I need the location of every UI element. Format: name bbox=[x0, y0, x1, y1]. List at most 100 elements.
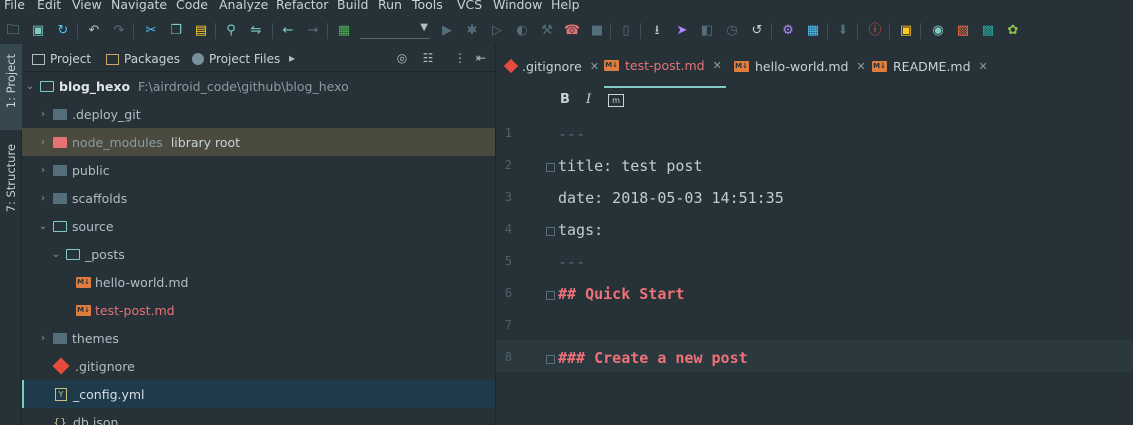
tree-row-test-post-md[interactable]: M↓ test-post.md bbox=[22, 296, 495, 324]
more-tabs-icon[interactable]: ▸ bbox=[284, 50, 300, 66]
tab-gitignore[interactable]: .gitignore ✕ bbox=[503, 44, 599, 88]
fold-marker-icon[interactable] bbox=[546, 291, 555, 300]
tree-row-node-modules[interactable]: › node_modules library root bbox=[22, 128, 495, 156]
run-config-select[interactable]: ▼ bbox=[360, 22, 430, 39]
code-line: --- bbox=[558, 253, 586, 271]
record-icon[interactable]: ◉ bbox=[929, 21, 947, 39]
tab-packages-label: Packages bbox=[124, 52, 180, 66]
terminate-icon[interactable]: ■ bbox=[588, 21, 606, 39]
copy-icon[interactable]: ❐ bbox=[167, 21, 185, 39]
tab-project-files[interactable]: Project Files bbox=[192, 50, 280, 68]
close-icon[interactable]: ✕ bbox=[713, 59, 722, 72]
tree-row-scaffolds[interactable]: › scaffolds bbox=[22, 184, 495, 212]
help-icon[interactable]: ⓘ bbox=[866, 21, 884, 39]
code-format-button[interactable]: m bbox=[608, 94, 624, 107]
plugin-icon[interactable]: ▣ bbox=[897, 21, 915, 39]
chevron-right-icon[interactable]: › bbox=[37, 137, 49, 148]
tab-project-tool[interactable]: 1: Project bbox=[0, 44, 22, 130]
replace-icon[interactable]: ⇋ bbox=[247, 21, 265, 39]
close-icon[interactable]: ✕ bbox=[856, 60, 865, 73]
puzzle-icon[interactable]: ✿ bbox=[1004, 21, 1022, 39]
build-icon[interactable]: ▦ bbox=[335, 21, 353, 39]
chevron-down-icon[interactable]: ⌄ bbox=[50, 249, 62, 260]
debug-icon[interactable]: ✱ bbox=[463, 21, 481, 39]
settings-icon[interactable]: ⚙ bbox=[779, 21, 797, 39]
tab-readme-md[interactable]: M↓ README.md ✕ bbox=[872, 44, 988, 88]
open-folder-icon[interactable]: 🗀 bbox=[4, 21, 22, 39]
push-icon[interactable]: ➤ bbox=[673, 21, 691, 39]
menu-view[interactable]: View bbox=[72, 0, 102, 12]
tab-hello-world-md[interactable]: M↓ hello-world.md ✕ bbox=[734, 44, 866, 88]
tree-row-gitignore[interactable]: .gitignore bbox=[22, 352, 495, 380]
chevron-right-icon[interactable]: › bbox=[37, 193, 49, 204]
menu-analyze[interactable]: Analyze bbox=[219, 0, 268, 12]
menu-run[interactable]: Run bbox=[378, 0, 402, 12]
fold-marker-icon[interactable] bbox=[546, 355, 555, 364]
history-icon[interactable]: ◷ bbox=[723, 21, 741, 39]
toolbar-separator bbox=[771, 23, 772, 39]
back-icon[interactable]: ← bbox=[279, 21, 297, 39]
stop-icon[interactable]: ☎ bbox=[563, 21, 581, 39]
collapse-all-icon[interactable]: ☷ bbox=[420, 50, 436, 66]
undo-icon[interactable]: ↶ bbox=[85, 21, 103, 39]
tree-row-deploy-git[interactable]: › .deploy_git bbox=[22, 100, 495, 128]
find-icon[interactable]: ⚲ bbox=[222, 21, 240, 39]
menu-help[interactable]: Help bbox=[551, 0, 580, 12]
chevron-right-icon[interactable]: › bbox=[37, 165, 49, 176]
menu-tools[interactable]: Tools bbox=[412, 0, 443, 12]
menu-vcs[interactable]: VCS bbox=[457, 0, 482, 12]
fold-marker-icon[interactable] bbox=[546, 227, 555, 236]
sync-icon[interactable]: ↻ bbox=[54, 21, 72, 39]
menu-build[interactable]: Build bbox=[337, 0, 368, 12]
coverage-icon[interactable]: ▷ bbox=[488, 21, 506, 39]
close-icon[interactable]: ✕ bbox=[979, 60, 988, 73]
chevron-right-icon[interactable]: › bbox=[37, 109, 49, 120]
menu-navigate[interactable]: Navigate bbox=[111, 0, 167, 12]
menu-code[interactable]: Code bbox=[176, 0, 208, 12]
sdk-manager-icon[interactable]: ⬇ bbox=[834, 21, 852, 39]
menu-window[interactable]: Window bbox=[493, 0, 542, 12]
scroll-from-source-icon[interactable]: ◎ bbox=[394, 50, 410, 66]
hide-panel-icon[interactable]: ⇤ bbox=[473, 50, 489, 66]
palette-icon[interactable]: ▧ bbox=[954, 21, 972, 39]
italic-button[interactable]: I bbox=[586, 92, 591, 107]
tab-structure-tool[interactable]: 7: Structure bbox=[0, 140, 22, 230]
tree-row-hello-world-md[interactable]: M↓ hello-world.md bbox=[22, 268, 495, 296]
layout-inspector-icon[interactable]: ▩ bbox=[979, 21, 997, 39]
chevron-right-icon[interactable]: › bbox=[37, 333, 49, 344]
forward-icon[interactable]: → bbox=[304, 21, 322, 39]
profile-icon[interactable]: ◐ bbox=[513, 21, 531, 39]
device-icon[interactable]: ▯ bbox=[617, 21, 635, 39]
tab-test-post-md[interactable]: M↓ test-post.md ✕ bbox=[604, 44, 726, 88]
save-icon[interactable]: ▣ bbox=[29, 21, 47, 39]
chevron-down-icon[interactable]: ⌄ bbox=[24, 81, 36, 92]
menu-edit[interactable]: Edit bbox=[37, 0, 61, 12]
tree-item-label: hello-world.md bbox=[95, 274, 189, 290]
tree-row-config-yml[interactable]: Y _config.yml bbox=[22, 380, 495, 408]
compare-icon[interactable]: ◧ bbox=[698, 21, 716, 39]
paste-icon[interactable]: ▤ bbox=[192, 21, 210, 39]
tab-project[interactable]: Project bbox=[32, 50, 91, 68]
tree-row-public[interactable]: › public bbox=[22, 156, 495, 184]
fold-marker-icon[interactable] bbox=[546, 163, 555, 172]
bold-button[interactable]: B bbox=[560, 92, 570, 107]
tree-row-source[interactable]: ⌄ source bbox=[22, 212, 495, 240]
options-icon[interactable]: ⋮ bbox=[452, 50, 468, 66]
tree-row-posts[interactable]: ⌄ _posts bbox=[22, 240, 495, 268]
close-icon[interactable]: ✕ bbox=[590, 60, 599, 73]
tree-row-themes[interactable]: › themes bbox=[22, 324, 495, 352]
tab-packages[interactable]: Packages bbox=[106, 50, 180, 68]
attach-icon[interactable]: ⚒ bbox=[538, 21, 556, 39]
menu-file[interactable]: File bbox=[4, 0, 25, 12]
tree-row-blog-hexo[interactable]: ⌄ blog_hexo F:\airdroid_code\github\blog… bbox=[22, 72, 495, 100]
tree-item-label: db.json bbox=[73, 414, 119, 425]
chevron-down-icon[interactable]: ⌄ bbox=[37, 221, 49, 232]
tree-row-db-json[interactable]: {} db.json bbox=[22, 408, 495, 425]
revert-icon[interactable]: ↺ bbox=[748, 21, 766, 39]
run-icon[interactable]: ▶ bbox=[438, 21, 456, 39]
project-structure-icon[interactable]: ▦ bbox=[804, 21, 822, 39]
menu-refactor[interactable]: Refactor bbox=[276, 0, 328, 12]
commit-icon[interactable]: ⭳ bbox=[648, 21, 666, 39]
redo-icon[interactable]: ↷ bbox=[110, 21, 128, 39]
cut-icon[interactable]: ✂ bbox=[142, 21, 160, 39]
